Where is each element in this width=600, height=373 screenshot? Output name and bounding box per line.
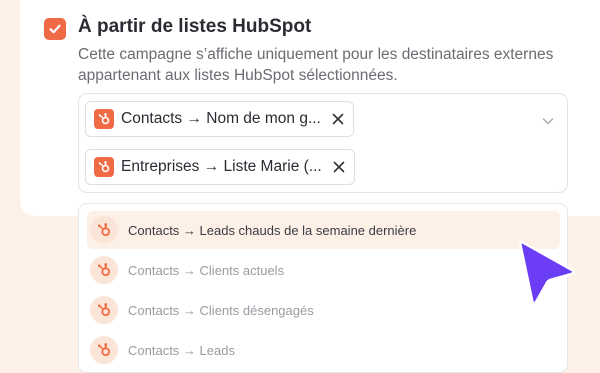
option-label: Contacts → Clients désengagés [128,302,314,318]
selected-list-chip: Entreprises → Liste Marie (... [85,149,355,185]
option-label: Contacts → Leads [128,342,235,358]
option-label: Contacts → Leads chauds de la semaine de… [128,222,417,238]
close-icon[interactable] [332,160,346,174]
hubspot-icon [90,256,118,284]
hubspot-icon [90,296,118,324]
checkmark-icon [49,24,61,34]
dropdown-option[interactable]: Contacts → Leads [87,331,560,369]
hubspot-list-dropdown: Contacts → Leads chauds de la semaine de… [78,203,568,373]
dropdown-option[interactable]: Contacts → Clients désengagés [87,291,560,329]
dropdown-option[interactable]: Contacts → Clients actuels [87,251,560,289]
hubspot-icon [94,157,114,177]
chip-label: Entreprises → Liste Marie (... [121,158,322,175]
section-description: Cette campagne s’affiche uniquement pour… [78,46,554,84]
pointer-cursor-icon [519,240,575,305]
chevron-down-icon[interactable] [540,113,556,129]
hubspot-lists-checkbox[interactable] [44,18,66,40]
selected-list-chip: Contacts → Nom de mon g... [85,101,354,137]
hubspot-icon [94,109,114,129]
chip-label: Contacts → Nom de mon g... [121,110,321,127]
hubspot-icon [90,216,118,244]
close-icon[interactable] [331,112,345,126]
section-title: À partir de listes HubSpot [78,16,312,37]
option-label: Contacts → Clients actuels [128,262,285,278]
dropdown-option[interactable]: Contacts → Leads chauds de la semaine de… [87,211,560,249]
